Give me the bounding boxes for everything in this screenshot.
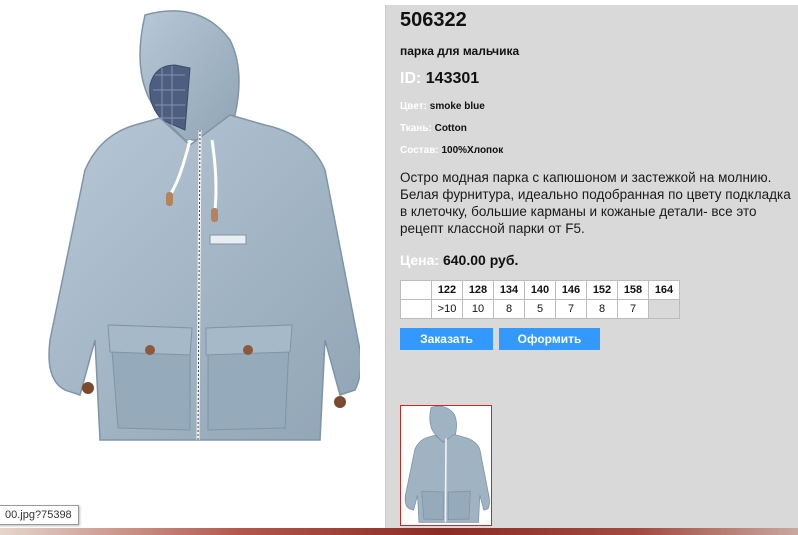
image-tooltip: 00.jpg?75398 [0, 505, 79, 525]
size-header: 146 [555, 280, 587, 300]
size-quantity-cell-unavailable [648, 299, 680, 319]
order-button[interactable]: Заказать [400, 328, 493, 350]
checkout-button[interactable]: Оформить [499, 328, 600, 350]
quantity-corner-cell [400, 299, 432, 319]
fabric-label: Ткань: [400, 123, 432, 134]
composition-value: 100%Хлопок [441, 145, 504, 156]
size-table: 122 128 134 140 146 152 158 164 >10 10 8… [400, 280, 680, 319]
product-fabric: Ткань: Cotton [400, 123, 467, 134]
size-quantity-cell[interactable]: 7 [555, 299, 587, 319]
product-description: Остро модная парка с капюшоном и застежк… [400, 170, 791, 236]
size-corner-cell [400, 280, 432, 300]
product-info-panel: 506322 парка для мальчика ID: 143301 Цве… [385, 5, 798, 528]
size-header: 140 [524, 280, 556, 300]
size-quantity-cell[interactable]: 7 [617, 299, 649, 319]
product-id: ID: 143301 [400, 70, 479, 88]
product-price: Цена: 640.00 руб. [400, 252, 518, 268]
size-quantity-cell[interactable]: >10 [431, 299, 463, 319]
composition-label: Состав: [400, 145, 439, 156]
jacket-illustration [48, 10, 362, 441]
jacket-image[interactable] [40, 10, 362, 455]
size-quantity-cell[interactable]: 8 [493, 299, 525, 319]
size-header: 158 [617, 280, 649, 300]
size-header: 152 [586, 280, 618, 300]
price-value: 640.00 руб. [442, 252, 519, 268]
id-label: ID: [400, 70, 422, 87]
bottom-decor-strip [0, 528, 798, 535]
fabric-value: Cotton [434, 123, 467, 134]
size-quantity-cell[interactable]: 5 [524, 299, 556, 319]
product-color: Цвет: smoke blue [400, 101, 485, 112]
thumbnail-illustration [404, 405, 490, 523]
color-label: Цвет: [400, 101, 427, 112]
product-composition: Состав: 100%Хлопок [400, 145, 503, 156]
product-sku: 506322 [400, 9, 467, 31]
id-value: 143301 [425, 70, 480, 87]
jacket-thumbnail[interactable] [400, 405, 492, 526]
size-header: 164 [648, 280, 680, 300]
color-value: smoke blue [429, 101, 485, 112]
size-header-row: 122 128 134 140 146 152 158 164 [400, 280, 680, 300]
product-image-area: 00.jpg?75398 [0, 0, 385, 528]
product-name: парка для мальчика [400, 44, 520, 58]
size-header: 134 [493, 280, 525, 300]
size-quantity-row: >10 10 8 5 7 8 7 [400, 299, 680, 319]
price-label: Цена: [400, 252, 440, 268]
size-quantity-cell[interactable]: 8 [586, 299, 618, 319]
size-header: 122 [431, 280, 463, 300]
size-quantity-cell[interactable]: 10 [462, 299, 494, 319]
size-header: 128 [462, 280, 494, 300]
